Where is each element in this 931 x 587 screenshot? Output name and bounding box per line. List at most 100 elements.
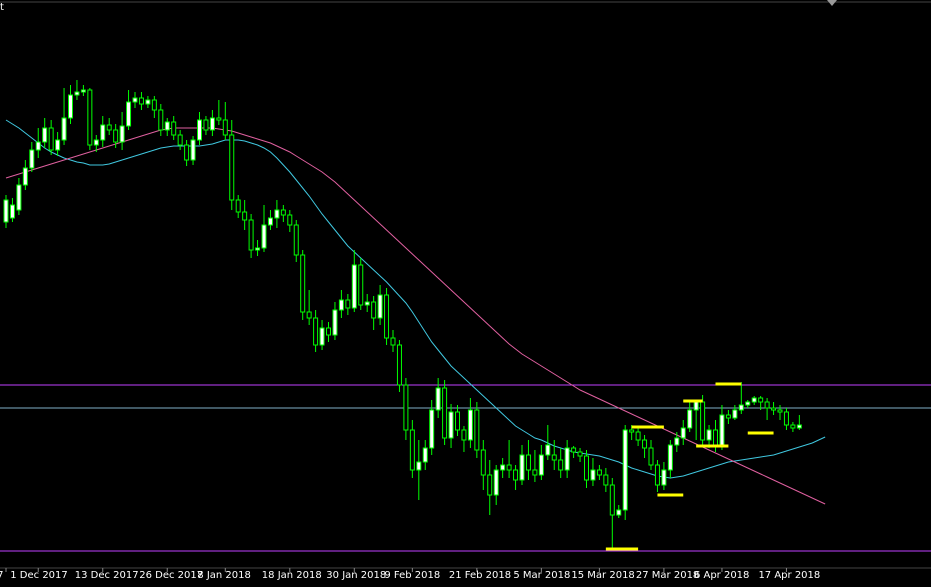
x-tick-label: 21 Feb 2018 (449, 570, 511, 581)
candle-body (461, 429, 467, 441)
candle-body (590, 469, 596, 481)
candle-body (474, 409, 480, 451)
candle-body (661, 469, 667, 486)
candle-body (132, 97, 138, 103)
candle (358, 258, 364, 310)
candle-body (384, 294, 390, 339)
candle-body (171, 121, 177, 136)
candle-body (267, 217, 273, 226)
candle-body (635, 431, 641, 441)
candle-body (551, 454, 557, 461)
candle-body (629, 429, 635, 433)
candle-body (190, 139, 196, 161)
candle-body (203, 119, 209, 131)
candle-body (745, 401, 751, 406)
candle-body (164, 121, 170, 131)
x-tick-label: 30 Jan 2018 (326, 570, 386, 581)
candle-body (306, 311, 312, 319)
candle-body (42, 127, 48, 143)
candle-body (126, 101, 132, 127)
candle-body (654, 464, 660, 486)
candle-body (151, 99, 157, 111)
x-tick-label: 8 Jan 2018 (197, 570, 251, 581)
candle-body (603, 474, 609, 486)
chart-corner-label: t (0, 2, 4, 13)
candle-body (68, 94, 73, 119)
candle-body (351, 264, 357, 309)
candle-body (648, 447, 654, 466)
candle-body (319, 327, 325, 346)
candle-body (538, 454, 544, 476)
candle-body (455, 411, 460, 431)
candle-body (609, 484, 615, 516)
chart-canvas: 2017 1 Dec 2017 13 Dec 201726 Dec 20178 Ja… (0, 0, 931, 583)
x-tick-label: 5 Mar 2018 (513, 570, 570, 581)
candle-body (674, 437, 680, 446)
candle (396, 340, 402, 392)
candle-body (138, 97, 144, 105)
candle (474, 402, 480, 458)
candle-body (448, 411, 454, 439)
candle-body (35, 141, 41, 151)
candle-body (261, 224, 267, 249)
candle-body (564, 447, 570, 471)
candle-body (390, 337, 396, 346)
candle-body (364, 301, 370, 306)
x-tick-label: 2017 (0, 570, 3, 581)
candle (442, 380, 448, 445)
candle-body (93, 139, 99, 146)
candle-body (467, 409, 473, 441)
candle-body (216, 117, 222, 121)
price-chart[interactable]: 2017 1 Dec 2017 13 Dec 201726 Dec 20178 Ja… (0, 0, 931, 583)
candle-body (197, 119, 202, 141)
candle-body (61, 117, 67, 141)
candle-body (577, 451, 583, 457)
candle-body (74, 91, 80, 96)
candle-body (377, 294, 383, 319)
candle-body (725, 414, 731, 419)
candle-body (371, 301, 377, 319)
candle-body (596, 469, 602, 476)
candle-body (732, 409, 738, 419)
candle-body (184, 144, 190, 161)
x-tick-label: 15 Mar 2018 (571, 570, 634, 581)
candle-body (113, 129, 119, 143)
candle-body (616, 509, 622, 516)
chart-shift-arrow-icon[interactable] (827, 0, 837, 6)
candle-body (487, 474, 493, 496)
candle-body (584, 455, 589, 481)
candle-body (300, 254, 306, 313)
candle-body (790, 424, 796, 429)
x-tick-label: 9 Feb 2018 (384, 570, 440, 581)
candle-body (106, 124, 112, 131)
candle-body (409, 429, 415, 471)
candle-body (416, 461, 422, 471)
candle-body (680, 427, 686, 439)
candle-body (687, 409, 693, 429)
candle-body (738, 404, 744, 411)
candle-body (22, 167, 28, 186)
candle-body (313, 317, 319, 346)
candle-body (209, 117, 215, 131)
candle-body (345, 299, 351, 309)
candle-body (274, 209, 280, 219)
candle-body (48, 127, 54, 151)
candle-body (435, 387, 441, 411)
x-axis-labels: 2017 1 Dec 2017 13 Dec 201726 Dec 20178 Ja… (0, 568, 820, 581)
candle-body (177, 134, 183, 146)
candle-body (442, 387, 448, 439)
candle-body (100, 124, 106, 141)
candle-body (280, 209, 286, 216)
candle-body (332, 309, 338, 336)
candle-body (532, 469, 538, 476)
candle (87, 88, 93, 150)
candle-body (55, 139, 61, 151)
candle-body (642, 439, 648, 449)
candle-body (751, 397, 757, 403)
candle-body (248, 219, 254, 251)
candle-body (119, 125, 125, 143)
candle-body (429, 409, 435, 449)
candle-body (693, 401, 699, 411)
candle (700, 395, 706, 446)
candle-body (667, 444, 673, 471)
